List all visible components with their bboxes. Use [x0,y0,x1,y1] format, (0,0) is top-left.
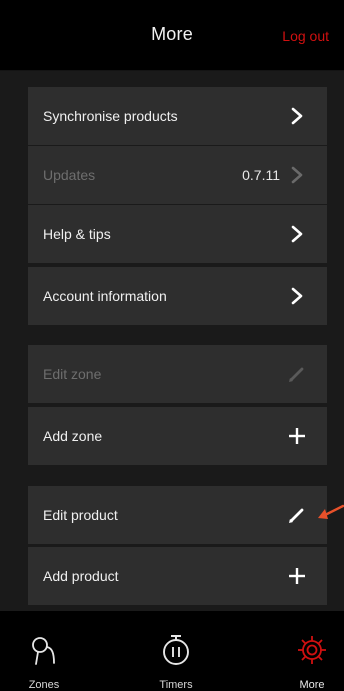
account-information-label: Account information [43,288,167,304]
chevron-right-icon [291,107,303,125]
settings-list: Synchronise products Updates 0.7.11 Help… [0,71,344,611]
tab-more[interactable]: More [262,611,344,691]
help-tips-row[interactable]: Help & tips [28,205,327,263]
add-product-label: Add product [43,568,119,584]
bottom-tab-bar: Zones Timers More [0,611,344,691]
add-zone-row[interactable]: Add zone [28,407,327,465]
chevron-right-icon [291,287,303,305]
plus-icon [289,568,305,584]
help-tips-label: Help & tips [43,226,111,242]
tab-zones[interactable]: Zones [0,611,94,691]
gear-icon [298,636,326,664]
edit-zone-row[interactable]: Edit zone [28,345,327,403]
edit-product-label: Edit product [43,507,118,523]
pencil-icon [289,508,304,523]
add-product-row[interactable]: Add product [28,547,327,605]
updates-row[interactable]: Updates 0.7.11 [28,146,327,204]
logout-button[interactable]: Log out [282,28,329,44]
synchronise-products-row[interactable]: Synchronise products [28,87,327,145]
chevron-right-icon [291,225,303,243]
top-nav-bar: More Log out [0,0,344,71]
app-version: 0.7.11 [242,167,280,183]
tab-timers-label: Timers [159,679,193,691]
add-zone-label: Add zone [43,428,103,444]
annotation-arrow-icon [318,504,344,519]
synchronise-products-label: Synchronise products [43,108,178,124]
updates-label: Updates [43,167,96,183]
tab-timers[interactable]: Timers [126,611,226,691]
edit-zone-label: Edit zone [43,366,102,382]
tab-more-label: More [299,679,325,691]
location-pin-icon [32,637,55,665]
chevron-right-icon [291,166,303,184]
account-information-row[interactable]: Account information [28,267,327,325]
tab-zones-label: Zones [28,679,60,691]
edit-product-row[interactable]: Edit product [28,486,327,544]
pencil-icon [289,367,304,382]
plus-icon [289,428,305,444]
stopwatch-icon [163,635,189,665]
